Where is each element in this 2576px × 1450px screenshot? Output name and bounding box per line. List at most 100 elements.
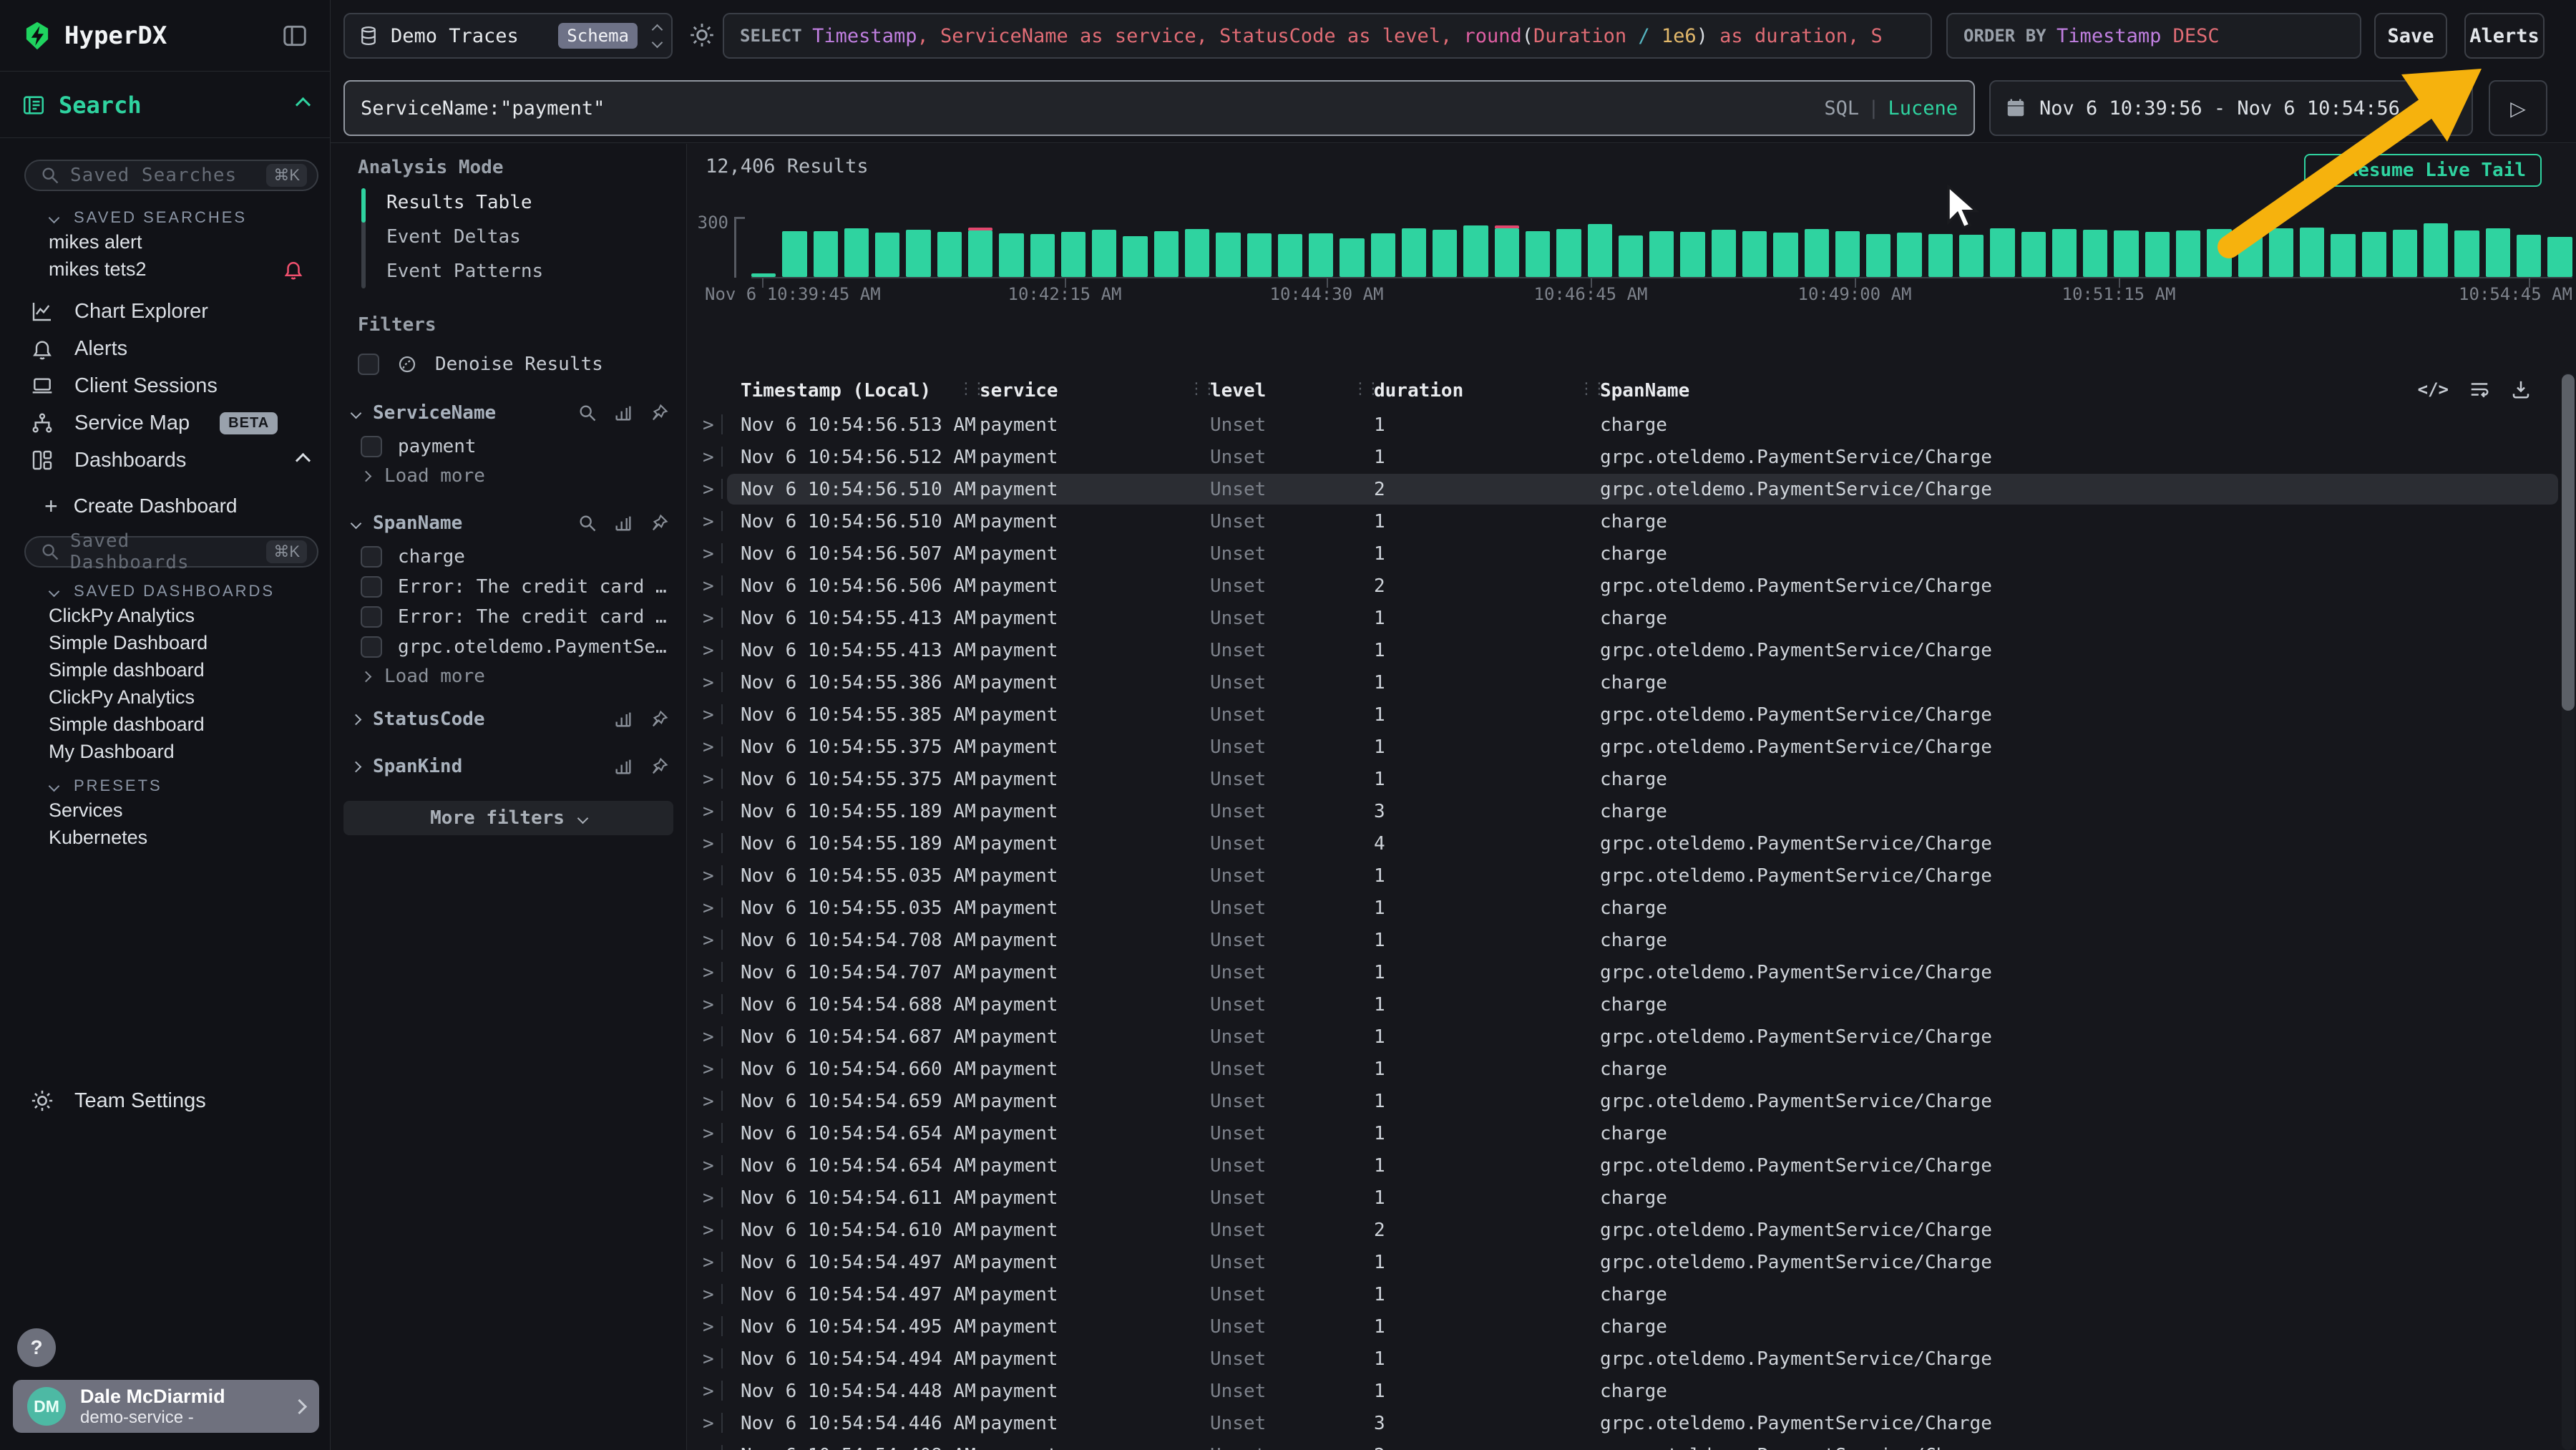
table-row[interactable]: >Nov 6 10:54:56.513 AMpaymentUnset1charg… xyxy=(687,409,2576,441)
histogram-bar[interactable] xyxy=(1309,218,1333,277)
histogram-bar[interactable] xyxy=(1866,218,1890,277)
pin-icon[interactable] xyxy=(649,756,669,777)
histogram-bar[interactable] xyxy=(1123,218,1147,277)
mode-lucene-toggle[interactable]: Lucene xyxy=(1888,97,1958,120)
histogram-bar[interactable] xyxy=(1649,218,1674,277)
histogram-bar[interactable] xyxy=(1247,218,1272,277)
table-row[interactable]: >Nov 6 10:54:55.035 AMpaymentUnset1grpc.… xyxy=(687,860,2576,892)
row-expand-chevron[interactable]: > xyxy=(703,736,714,758)
pin-icon[interactable] xyxy=(649,513,669,533)
column-header[interactable]: Timestamp (Local) xyxy=(741,380,931,402)
bar-chart-icon[interactable] xyxy=(613,403,633,423)
histogram-bar[interactable] xyxy=(906,218,930,277)
histogram-bar[interactable] xyxy=(1990,218,2014,277)
alerts-button[interactable]: Alerts xyxy=(2464,13,2545,59)
histogram-bar[interactable] xyxy=(875,218,899,277)
source-settings-gear-icon[interactable] xyxy=(688,21,716,49)
sql-orderby-editor[interactable]: ORDER BY Timestamp DESC xyxy=(1946,13,2361,59)
histogram-bar[interactable] xyxy=(1712,218,1736,277)
table-row[interactable]: >Nov 6 10:54:54.610 AMpaymentUnset2grpc.… xyxy=(687,1214,2576,1246)
sidebar-item-alerts[interactable]: Alerts xyxy=(0,330,330,367)
row-expand-chevron[interactable]: > xyxy=(703,769,714,790)
row-expand-chevron[interactable]: > xyxy=(703,1155,714,1177)
checkbox[interactable] xyxy=(358,354,379,375)
column-header[interactable]: service xyxy=(980,380,1058,402)
download-icon[interactable] xyxy=(2510,379,2532,400)
table-row[interactable]: >Nov 6 10:54:55.385 AMpaymentUnset1grpc.… xyxy=(687,699,2576,731)
preset-item[interactable]: Services xyxy=(0,797,330,824)
scrollbar-track[interactable] xyxy=(2562,373,2575,1450)
histogram-bar[interactable] xyxy=(1061,218,1085,277)
analysis-mode-option[interactable]: Event Patterns xyxy=(331,254,686,288)
row-expand-chevron[interactable]: > xyxy=(703,1252,714,1273)
table-row[interactable]: >Nov 6 10:54:55.375 AMpaymentUnset1grpc.… xyxy=(687,731,2576,763)
saved-search-item[interactable]: mikes alert xyxy=(0,228,330,256)
mode-sql-toggle[interactable]: SQL xyxy=(1824,97,1859,120)
table-row[interactable]: >Nov 6 10:54:54.687 AMpaymentUnset1grpc.… xyxy=(687,1021,2576,1053)
histogram-bar[interactable] xyxy=(1897,218,1921,277)
table-row[interactable]: >Nov 6 10:54:54.708 AMpaymentUnset1charg… xyxy=(687,924,2576,956)
table-row[interactable]: >Nov 6 10:54:54.654 AMpaymentUnset1grpc.… xyxy=(687,1149,2576,1182)
histogram-bar[interactable] xyxy=(751,218,776,277)
histogram-bar[interactable] xyxy=(2083,218,2107,277)
histogram-bar[interactable] xyxy=(2300,218,2324,277)
histogram-bar[interactable] xyxy=(2238,218,2263,277)
resume-live-tail-button[interactable]: Resume Live Tail xyxy=(2304,154,2542,187)
filter-section-spankind[interactable]: SpanKind xyxy=(352,748,669,785)
row-expand-chevron[interactable]: > xyxy=(703,511,714,532)
table-row[interactable]: >Nov 6 10:54:54.494 AMpaymentUnset1grpc.… xyxy=(687,1343,2576,1375)
table-row[interactable]: >Nov 6 10:54:54.495 AMpaymentUnset1charg… xyxy=(687,1310,2576,1343)
checkbox[interactable] xyxy=(361,436,382,457)
row-expand-chevron[interactable]: > xyxy=(703,672,714,694)
row-expand-chevron[interactable]: > xyxy=(703,1220,714,1241)
filter-option[interactable]: payment xyxy=(331,432,686,462)
filter-section-servicename[interactable]: ServiceName xyxy=(352,394,669,432)
table-row[interactable]: >Nov 6 10:54:54.611 AMpaymentUnset1charg… xyxy=(687,1182,2576,1214)
bar-chart-icon[interactable] xyxy=(613,709,633,729)
filter-option[interactable]: Error: The credit card … xyxy=(331,602,686,632)
table-row[interactable]: >Nov 6 10:54:56.510 AMpaymentUnset1charg… xyxy=(687,505,2576,537)
save-button[interactable]: Save xyxy=(2374,13,2447,59)
column-header[interactable]: duration xyxy=(1374,380,1463,402)
histogram-bar[interactable] xyxy=(2393,218,2417,277)
histogram-bar[interactable] xyxy=(2114,218,2138,277)
histogram-bar[interactable] xyxy=(2486,218,2510,277)
row-expand-chevron[interactable]: > xyxy=(703,543,714,565)
load-more-button[interactable]: Load more xyxy=(331,462,686,490)
row-expand-chevron[interactable]: > xyxy=(703,865,714,887)
table-row[interactable]: >Nov 6 10:54:54.497 AMpaymentUnset1charg… xyxy=(687,1278,2576,1310)
saved-dashboard-item[interactable]: ClickPy Analytics xyxy=(0,683,330,711)
row-expand-chevron[interactable]: > xyxy=(703,1316,714,1338)
denoise-results-checkbox-row[interactable]: Denoise Results xyxy=(358,349,686,380)
table-row[interactable]: >Nov 6 10:54:54.688 AMpaymentUnset1charg… xyxy=(687,988,2576,1021)
row-expand-chevron[interactable]: > xyxy=(703,1026,714,1048)
table-row[interactable]: >Nov 6 10:54:56.507 AMpaymentUnset1charg… xyxy=(687,537,2576,570)
saved-searches-header[interactable]: SAVED SEARCHES xyxy=(50,207,330,228)
table-row[interactable]: >Nov 6 10:54:54.660 AMpaymentUnset1charg… xyxy=(687,1053,2576,1085)
histogram-bar[interactable] xyxy=(1588,218,1612,277)
analysis-mode-option[interactable]: Results Table xyxy=(331,185,686,220)
histogram-bar[interactable] xyxy=(1805,218,1829,277)
search-query-input[interactable]: ServiceName:"payment" SQL | Lucene xyxy=(343,80,1975,136)
row-expand-chevron[interactable]: > xyxy=(703,414,714,436)
row-expand-chevron[interactable]: > xyxy=(703,962,714,983)
table-row[interactable]: >Nov 6 10:54:55.413 AMpaymentUnset1charg… xyxy=(687,602,2576,634)
histogram-bar[interactable] xyxy=(2269,218,2293,277)
row-expand-chevron[interactable]: > xyxy=(703,575,714,597)
table-row[interactable]: >Nov 6 10:54:56.510 AMpaymentUnset2grpc.… xyxy=(687,473,2576,505)
search-icon[interactable] xyxy=(577,403,597,423)
preset-item[interactable]: Kubernetes xyxy=(0,824,330,851)
run-query-button[interactable]: ▷ xyxy=(2489,80,2547,136)
sql-select-editor[interactable]: SELECT Timestamp, ServiceName as service… xyxy=(723,13,1932,59)
row-expand-chevron[interactable]: > xyxy=(703,930,714,951)
histogram-bar[interactable] xyxy=(1680,218,1704,277)
sidebar-item-service-map[interactable]: Service MapBETA xyxy=(0,404,330,442)
histogram-bar[interactable] xyxy=(999,218,1023,277)
histogram-bar[interactable] xyxy=(1463,218,1488,277)
table-row[interactable]: >Nov 6 10:54:54.408 AMpaymentUnset2grpc.… xyxy=(687,1439,2576,1450)
date-range-picker[interactable]: Nov 6 10:39:56 - Nov 6 10:54:56 xyxy=(1989,80,2473,136)
row-expand-chevron[interactable]: > xyxy=(703,1059,714,1080)
row-expand-chevron[interactable]: > xyxy=(703,1284,714,1305)
bar-chart-icon[interactable] xyxy=(613,756,633,777)
filter-option[interactable]: charge xyxy=(331,542,686,572)
